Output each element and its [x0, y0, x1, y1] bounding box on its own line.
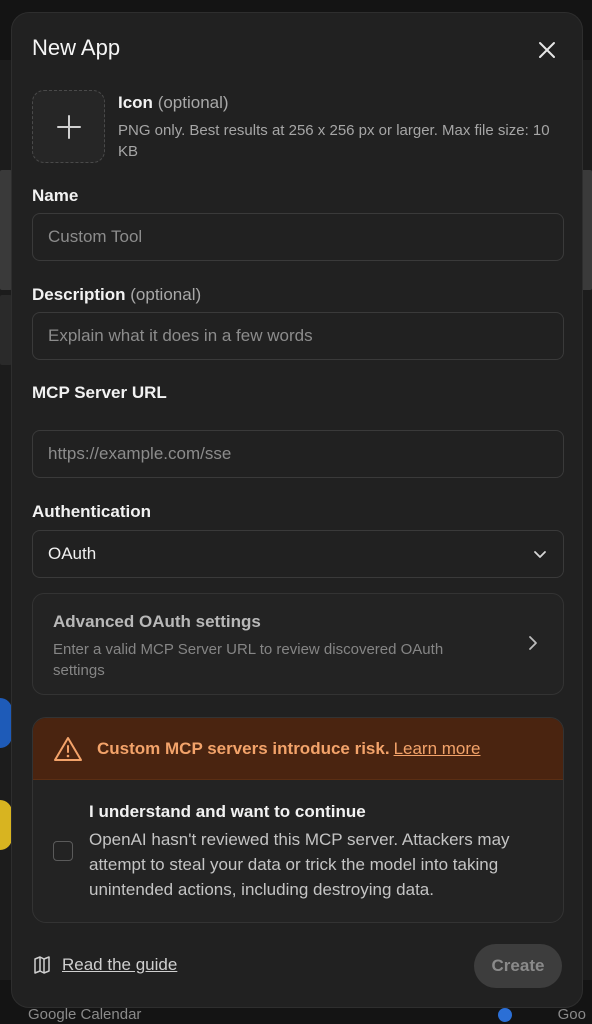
chevron-down-icon: [534, 551, 546, 558]
acknowledge-description: OpenAI hasn't reviewed this MCP server. …: [89, 830, 510, 899]
risk-warning-banner: Custom MCP servers introduce risk. Learn …: [33, 718, 563, 780]
icon-label-text: Icon: [118, 93, 153, 112]
book-icon: [34, 956, 50, 974]
authentication-select[interactable]: OAuth: [32, 530, 564, 578]
risk-warning-text: Custom MCP servers introduce risk. Learn …: [97, 739, 481, 759]
description-label-text: Description: [32, 285, 126, 304]
acknowledge-checkbox[interactable]: [53, 841, 73, 861]
warning-icon: [54, 736, 82, 761]
authentication-selected-value: OAuth: [48, 544, 97, 563]
description-label: Description (optional): [32, 285, 201, 305]
risk-notice: Custom MCP servers introduce risk. Learn …: [32, 717, 564, 923]
plus-icon: [56, 114, 81, 139]
mcp-url-input[interactable]: [32, 430, 564, 478]
risk-acknowledgement: I understand and want to continue OpenAI…: [33, 780, 563, 922]
close-icon: [539, 42, 555, 58]
risk-warning-message: Custom MCP servers introduce risk.: [97, 738, 390, 758]
acknowledge-title: I understand and want to continue: [89, 802, 366, 821]
dialog-title: New App: [32, 35, 121, 60]
read-guide-label: Read the guide: [62, 955, 178, 974]
learn-more-link[interactable]: Learn more: [394, 739, 481, 758]
mcp-url-label: MCP Server URL: [32, 383, 167, 402]
description-input[interactable]: [32, 312, 564, 360]
authentication-label: Authentication: [32, 502, 151, 521]
optional-tag: (optional): [157, 93, 229, 112]
create-button[interactable]: Create: [474, 944, 562, 988]
background-status-dot: [498, 1008, 512, 1022]
optional-tag: (optional): [130, 285, 202, 304]
name-input[interactable]: [32, 213, 564, 261]
new-app-dialog: New App Icon (optional) PNG only. Best r…: [11, 12, 583, 1008]
background-app-label: Google Calendar: [28, 1006, 142, 1023]
name-label: Name: [32, 186, 79, 205]
icon-field-label: Icon (optional): [118, 93, 229, 113]
chevron-right-icon: [529, 636, 537, 650]
advanced-oauth-settings[interactable]: Advanced OAuth settings Enter a valid MC…: [32, 593, 564, 695]
advanced-oauth-description: Enter a valid MCP Server URL to review d…: [53, 641, 444, 679]
background-app-label: Goo: [557, 1006, 586, 1023]
close-button[interactable]: [534, 37, 560, 63]
advanced-oauth-title: Advanced OAuth settings: [53, 612, 261, 631]
icon-help-text: PNG only. Best results at 256 x 256 px o…: [118, 122, 550, 160]
icon-upload-button[interactable]: [32, 90, 105, 163]
read-guide-link[interactable]: Read the guide: [32, 955, 177, 975]
